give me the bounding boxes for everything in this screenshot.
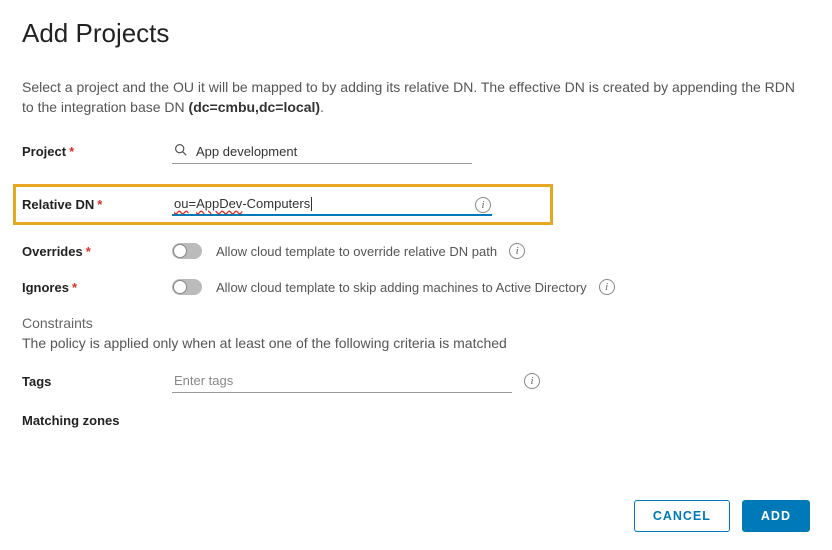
constraints-desc: The policy is applied only when at least… bbox=[22, 335, 810, 351]
row-project: Project* bbox=[22, 140, 810, 164]
footer-actions: CANCEL ADD bbox=[634, 500, 810, 532]
required-marker: * bbox=[97, 197, 102, 212]
required-marker: * bbox=[72, 280, 77, 295]
row-ignores: Ignores* Allow cloud template to skip ad… bbox=[22, 279, 810, 295]
row-overrides: Overrides* Allow cloud template to overr… bbox=[22, 243, 810, 259]
intro-part-a: Select a project and the OU it will be m… bbox=[22, 79, 795, 115]
constraints-heading: Constraints bbox=[22, 315, 810, 331]
ignores-toggle[interactable] bbox=[172, 279, 202, 295]
dn-token-name: AppDev bbox=[196, 196, 242, 211]
row-relative-dn: Relative DN* ou=AppDev-Computers i bbox=[13, 184, 553, 226]
page-title: Add Projects bbox=[22, 18, 810, 49]
dn-token-ou: ou bbox=[174, 196, 188, 211]
label-overrides-text: Overrides bbox=[22, 244, 83, 259]
required-marker: * bbox=[69, 144, 74, 159]
label-relative-dn: Relative DN* bbox=[22, 197, 172, 212]
intro-part-c: . bbox=[320, 99, 324, 115]
cancel-button[interactable]: CANCEL bbox=[634, 500, 730, 532]
ignores-desc: Allow cloud template to skip adding mach… bbox=[216, 280, 587, 295]
intro-text: Select a project and the OU it will be m… bbox=[22, 77, 810, 118]
row-matching-zones: Matching zones bbox=[22, 413, 810, 428]
text-caret bbox=[311, 197, 312, 211]
overrides-desc: Allow cloud template to override relativ… bbox=[216, 244, 497, 259]
label-matching-zones: Matching zones bbox=[22, 413, 172, 428]
dn-token-eq: = bbox=[188, 196, 196, 211]
label-relative-dn-text: Relative DN bbox=[22, 197, 94, 212]
info-icon[interactable]: i bbox=[599, 279, 615, 295]
required-marker: * bbox=[86, 244, 91, 259]
label-tags: Tags bbox=[22, 374, 172, 389]
tags-input[interactable] bbox=[172, 369, 512, 393]
info-icon[interactable]: i bbox=[475, 197, 491, 213]
search-icon bbox=[174, 143, 187, 159]
dn-token-suffix: -Computers bbox=[242, 196, 310, 211]
add-button[interactable]: ADD bbox=[742, 500, 810, 532]
info-icon[interactable]: i bbox=[509, 243, 525, 259]
label-ignores: Ignores* bbox=[22, 280, 172, 295]
label-project: Project* bbox=[22, 144, 172, 159]
label-ignores-text: Ignores bbox=[22, 280, 69, 295]
project-input[interactable] bbox=[172, 140, 472, 164]
row-tags: Tags i bbox=[22, 369, 810, 393]
label-project-text: Project bbox=[22, 144, 66, 159]
intro-base-dn: (dc=cmbu,dc=local) bbox=[189, 99, 320, 115]
relative-dn-input[interactable]: ou=AppDev-Computers bbox=[172, 193, 492, 217]
info-icon[interactable]: i bbox=[524, 373, 540, 389]
overrides-toggle[interactable] bbox=[172, 243, 202, 259]
label-overrides: Overrides* bbox=[22, 244, 172, 259]
